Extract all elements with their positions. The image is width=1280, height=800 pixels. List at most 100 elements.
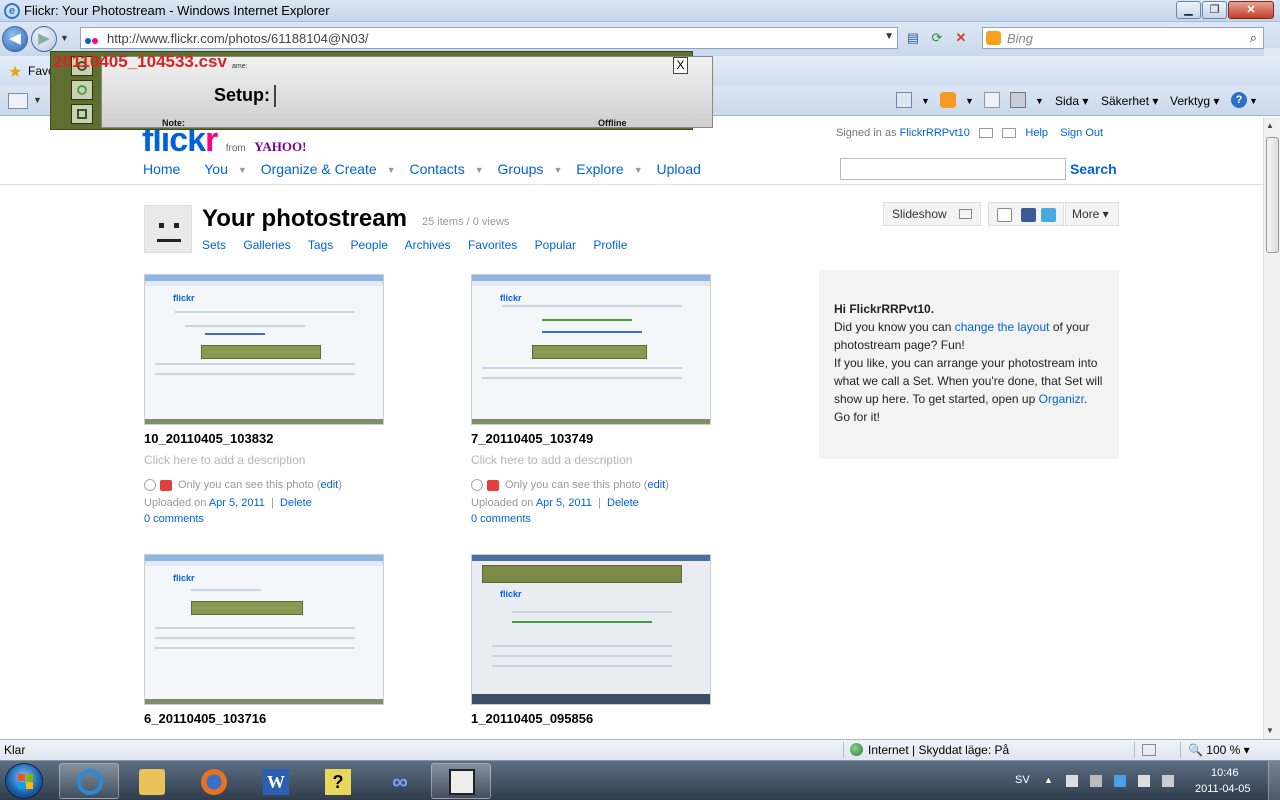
scrollbar-thumb[interactable] (1266, 137, 1279, 253)
photo-title[interactable]: 10_20110405_103832 (144, 431, 273, 446)
help-icon[interactable]: ? (1231, 92, 1247, 108)
overlay-close-button[interactable]: X (673, 57, 688, 74)
username-link[interactable]: FlickrRRPvt10 (900, 127, 970, 139)
subnav-favorites[interactable]: Favorites (468, 238, 517, 252)
show-hidden-icons-icon[interactable]: ▲ (1044, 775, 1056, 787)
favorites-star-icon[interactable]: ★ (8, 62, 22, 82)
nav-organize[interactable]: Organize & Create (261, 161, 377, 177)
upload-date-link[interactable]: Apr 5, 2011 (209, 497, 265, 509)
close-window-button[interactable]: ✕ (1228, 1, 1274, 19)
email-share-icon[interactable] (997, 208, 1012, 222)
forward-button[interactable]: ▶ (31, 26, 57, 52)
nav-contacts-caret-icon[interactable]: ▼ (475, 165, 484, 175)
photo-description[interactable]: Click here to add a description (144, 453, 305, 467)
scroll-down-icon[interactable]: ▼ (1266, 726, 1274, 735)
flickr-search-button[interactable]: Search (1070, 161, 1117, 177)
delete-link[interactable]: Delete (280, 497, 312, 509)
upload-date-link[interactable]: Apr 5, 2011 (536, 497, 592, 509)
device-icon[interactable] (1090, 775, 1102, 787)
delete-link[interactable]: Delete (607, 497, 639, 509)
tools-menu[interactable]: Verktyg ▾ (1170, 94, 1219, 108)
taskbar-explorer[interactable] (121, 763, 181, 799)
photo-title[interactable]: 7_20110405_103749 (471, 431, 593, 446)
flickr-search-input[interactable] (840, 158, 1066, 180)
safety-menu[interactable]: Säkerhet ▾ (1101, 94, 1158, 108)
nav-you[interactable]: You (204, 161, 228, 177)
taskbar-word[interactable]: W (245, 763, 305, 799)
rss-feed-icon[interactable] (940, 92, 956, 108)
cart-icon[interactable] (979, 128, 994, 139)
search-placeholder[interactable]: Bing (1007, 31, 1033, 46)
dropbox-icon[interactable] (1114, 775, 1126, 787)
subnav-tags[interactable]: Tags (308, 238, 333, 252)
taskbar-capture-app[interactable] (431, 763, 491, 799)
photo-title[interactable]: 1_20110405_095856 (471, 711, 593, 726)
mail-icon[interactable] (984, 92, 1000, 108)
subnav-archives[interactable]: Archives (405, 238, 451, 252)
nav-groups[interactable]: Groups (498, 161, 544, 177)
home-icon[interactable] (896, 92, 912, 108)
maximize-button[interactable]: ❐ (1202, 1, 1227, 19)
subnav-people[interactable]: People (351, 238, 388, 252)
taskbar-firefox[interactable] (183, 763, 243, 799)
feed-dropdown-icon[interactable]: ▼ (965, 96, 974, 106)
stop-icon[interactable]: ✕ (950, 28, 972, 48)
clock-time[interactable]: 10:46 (1211, 767, 1239, 779)
slideshow-button[interactable]: Slideshow (883, 202, 981, 226)
page-scrollbar[interactable]: ▲ ▼ (1263, 117, 1280, 739)
nav-explore[interactable]: Explore (576, 161, 623, 177)
nav-explore-caret-icon[interactable]: ▼ (634, 165, 643, 175)
photo-description[interactable]: Click here to add a description (471, 453, 632, 467)
nav-groups-caret-icon[interactable]: ▼ (553, 165, 562, 175)
nav-you-caret-icon[interactable]: ▼ (238, 165, 247, 175)
photo-thumbnail[interactable]: flickr (471, 554, 711, 705)
taskbar-help-app[interactable]: ? (307, 763, 367, 799)
tab-list-dropdown-icon[interactable]: ▼ (33, 95, 42, 105)
resize-grip-icon[interactable]: ⋰ (681, 118, 690, 129)
subnav-profile[interactable]: Profile (593, 238, 627, 252)
address-bar[interactable]: http://www.flickr.com/photos/61188104@N0… (80, 27, 898, 49)
more-button[interactable]: More ▾ (1065, 202, 1119, 226)
subnav-popular[interactable]: Popular (535, 238, 576, 252)
taskbar-infinity-app[interactable]: ∞ (369, 763, 429, 799)
address-dropdown-icon[interactable]: ▼ (884, 31, 894, 42)
setup-input[interactable] (274, 85, 276, 107)
recent-pages-dropdown[interactable]: ▼ (60, 33, 69, 43)
subnav-galleries[interactable]: Galleries (243, 238, 290, 252)
network-icon[interactable] (1162, 775, 1174, 787)
photo-thumbnail[interactable]: flickr (144, 554, 384, 705)
photo-thumbnail[interactable]: flickr (144, 274, 384, 425)
start-button[interactable] (5, 763, 43, 799)
nav-contacts[interactable]: Contacts (409, 161, 464, 177)
help-dropdown-icon[interactable]: ▼ (1249, 96, 1258, 106)
taskbar-ie[interactable] (59, 763, 119, 799)
refresh-icon[interactable]: ⟳ (926, 28, 948, 48)
comments-link[interactable]: 0 comments (144, 513, 204, 525)
help-link[interactable]: Help (1025, 127, 1048, 139)
edit-privacy-link[interactable]: edit (320, 479, 338, 491)
search-icon[interactable]: ⌕ (1250, 30, 1257, 46)
action-center-flag-icon[interactable] (1066, 775, 1078, 787)
record-tool-button[interactable] (71, 80, 93, 100)
inbox-icon[interactable] (1002, 128, 1017, 139)
security-zone[interactable]: Internet | Skyddat läge: På (850, 743, 1009, 757)
edit-privacy-link[interactable]: edit (647, 479, 665, 491)
photo-title[interactable]: 6_20110405_103716 (144, 711, 266, 726)
organizr-link[interactable]: Organizr (1039, 392, 1084, 406)
minimize-button[interactable]: ▁ (1176, 1, 1201, 19)
nav-home[interactable]: Home (143, 161, 180, 177)
browser-search-box[interactable]: Bing ⌕ (982, 27, 1264, 49)
quick-tabs-icon[interactable] (8, 93, 28, 109)
subnav-sets[interactable]: Sets (202, 238, 226, 252)
compatibility-view-icon[interactable]: ▤ (902, 28, 924, 48)
zoom-level[interactable]: 🔍 100 % ▾ (1188, 743, 1250, 757)
show-desktop-button[interactable] (1268, 761, 1280, 800)
scroll-up-icon[interactable]: ▲ (1266, 121, 1274, 130)
notes-tool-button[interactable] (71, 104, 93, 124)
print-icon[interactable] (1010, 92, 1026, 108)
page-menu[interactable]: Sida ▾ (1055, 94, 1088, 108)
print-dropdown-icon[interactable]: ▼ (1035, 96, 1044, 106)
address-url[interactable]: http://www.flickr.com/photos/61188104@N0… (107, 31, 369, 46)
buddy-icon[interactable] (144, 205, 192, 253)
nav-organize-caret-icon[interactable]: ▼ (387, 165, 396, 175)
